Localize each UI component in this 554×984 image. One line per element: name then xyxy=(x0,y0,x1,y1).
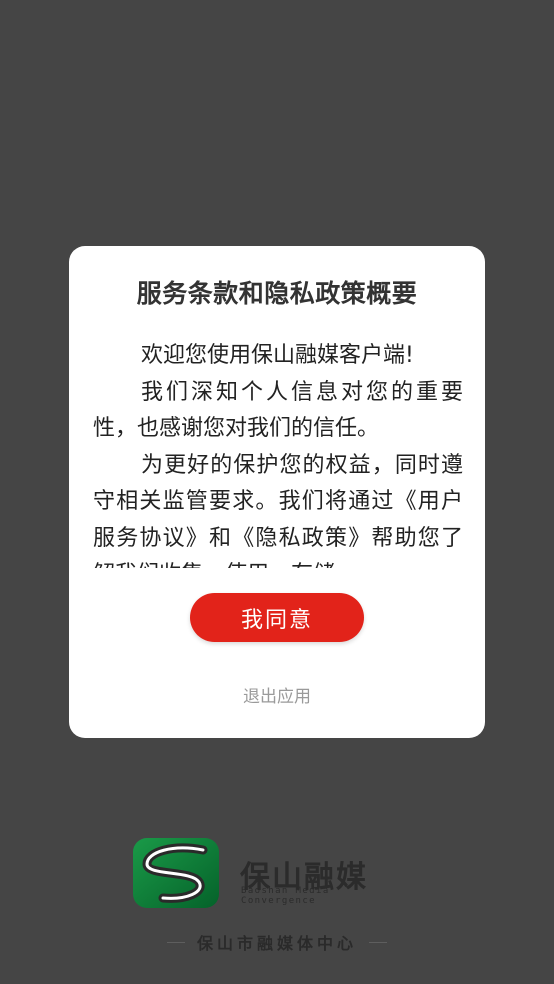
brand-logo-block: 保山融媒 Baoshan Media Convergence xyxy=(133,838,393,914)
exit-app-button[interactable]: 退出应用 xyxy=(69,682,485,707)
trust-paragraph: 我们深知个人信息对您的重要性，也感谢您对我们的信任。 xyxy=(93,379,463,442)
agree-button[interactable]: 我同意 xyxy=(190,593,364,642)
media-center-name: 保山市融媒体中心 xyxy=(196,934,357,953)
dialog-body[interactable]: 欢迎您使用保山融媒客户端! 我们深知个人信息对您的重要性，也感谢您对我们的信任。… xyxy=(93,338,463,568)
right-divider xyxy=(369,941,387,943)
baoshan-logo-icon xyxy=(133,838,219,908)
policy-paragraph: 为更好的保护您的权益，同时遵守相关监管要求。我们将通过《用户服务协议》和《隐私政… xyxy=(93,452,463,569)
dialog-title: 服务条款和隐私政策概要 xyxy=(136,279,418,308)
media-center-label: 保山市融媒体中心 xyxy=(0,930,554,954)
welcome-paragraph: 欢迎您使用保山融媒客户端! xyxy=(141,343,414,368)
left-divider xyxy=(166,941,185,943)
privacy-dialog: 服务条款和隐私政策概要 欢迎您使用保山融媒客户端! 我们深知个人信息对您的重要性… xyxy=(69,246,485,738)
brand-subtitle: Baoshan Media Convergence xyxy=(241,886,330,906)
